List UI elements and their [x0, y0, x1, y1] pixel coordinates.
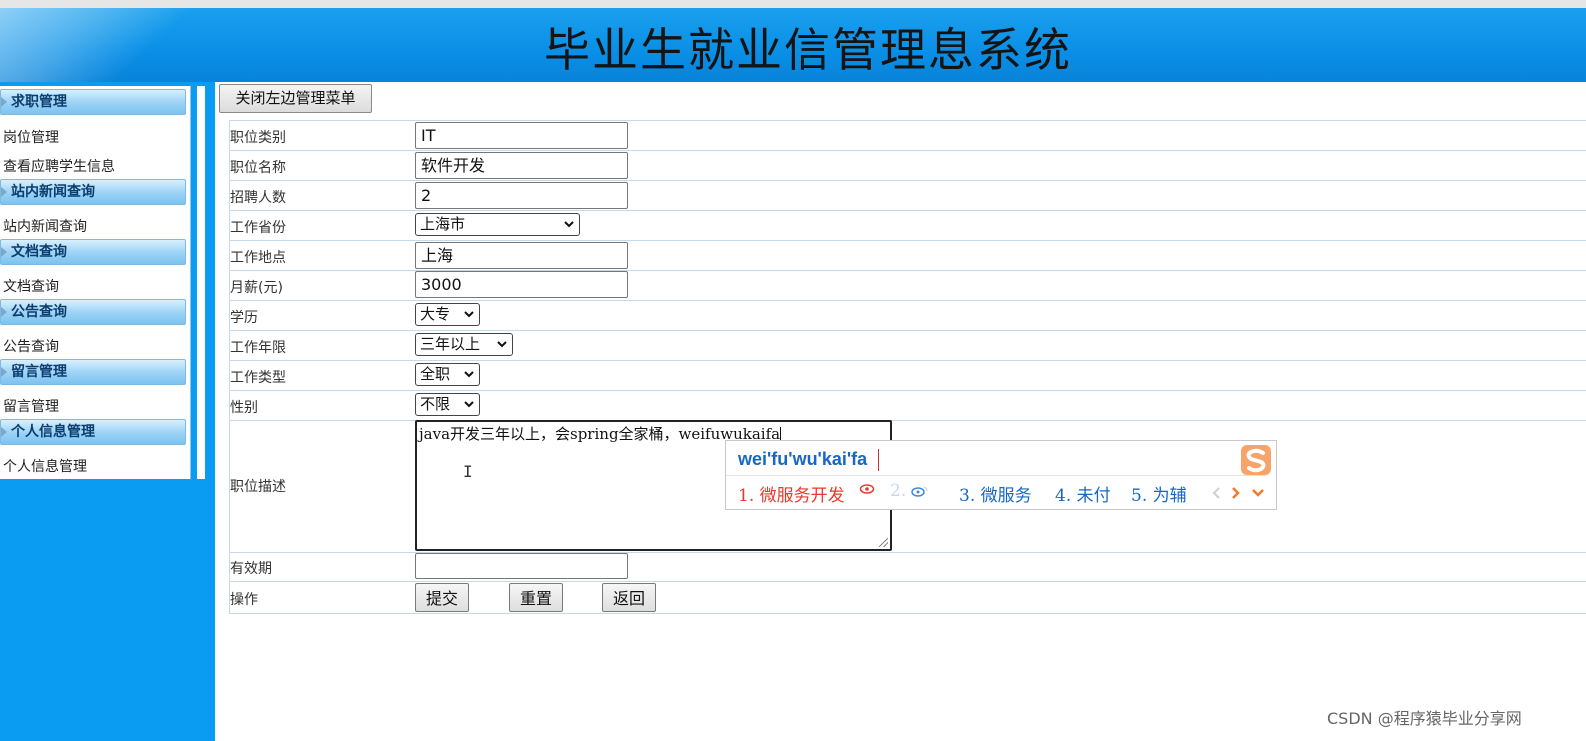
- actions-label: 操作: [230, 592, 258, 608]
- ime-caret: [878, 449, 879, 471]
- job-type-select[interactable]: 全职: [415, 363, 480, 386]
- ime-pinyin-composition: wei'fu'wu'kai'fa: [738, 449, 868, 469]
- sidebar-item-position-management[interactable]: 岗位管理: [3, 127, 59, 147]
- csdn-watermark: CSDN @程序猿毕业分享网: [1327, 709, 1522, 728]
- province-label: 工作省份: [230, 220, 286, 236]
- province-select-value: 上海市: [420, 215, 466, 233]
- sidebar-item-announcement-query[interactable]: 公告查询: [3, 336, 59, 356]
- chevron-right-icon: [1, 97, 7, 107]
- chevron-right-icon: [1, 247, 7, 257]
- chevron-right-icon: [1, 427, 7, 437]
- i-beam-cursor-icon: I: [463, 462, 473, 481]
- sidebar-section-label: 站内新闻查询: [11, 184, 95, 200]
- headcount-input[interactable]: 2: [415, 182, 628, 209]
- location-input[interactable]: 上海: [415, 242, 628, 269]
- validity-label: 有效期: [230, 561, 272, 577]
- chevron-right-icon: [1, 307, 7, 317]
- sidebar-item-message-management[interactable]: 留言管理: [3, 396, 59, 416]
- sidebar-section-news[interactable]: 站内新闻查询: [0, 179, 186, 205]
- chevron-down-icon: [464, 371, 474, 378]
- sidebar-section-label: 留言管理: [11, 364, 67, 380]
- education-select-value: 大专: [420, 305, 451, 323]
- close-left-menu-button[interactable]: 关闭左边管理菜单: [219, 84, 372, 113]
- headcount-label: 招聘人数: [230, 190, 286, 206]
- chevron-left-icon[interactable]: [1212, 486, 1222, 500]
- chevron-right-icon: [1, 367, 7, 377]
- page-header: 毕业生就业信管理息系统: [0, 8, 1586, 82]
- salary-input[interactable]: 3000: [415, 271, 628, 298]
- sidebar-item-document-query[interactable]: 文档查询: [3, 276, 59, 296]
- province-select[interactable]: 上海市: [415, 213, 580, 236]
- salary-label: 月薪(元): [230, 280, 283, 296]
- description-label: 职位描述: [230, 479, 286, 495]
- experience-select-value: 三年以上: [420, 335, 481, 353]
- sidebar-section-label: 文档查询: [11, 244, 67, 260]
- back-button[interactable]: 返回: [602, 583, 656, 612]
- job-category-input[interactable]: IT: [415, 122, 628, 149]
- gender-label: 性别: [230, 400, 258, 416]
- sidebar-section-announcements[interactable]: 公告查询: [0, 299, 186, 325]
- ime-candidate-3[interactable]: 3. 微服务: [959, 481, 1032, 506]
- gender-select[interactable]: 不限: [415, 393, 480, 416]
- page-title: 毕业生就业信管理息系统: [544, 23, 1072, 77]
- sidebar-section-personal-info[interactable]: 个人信息管理: [0, 419, 186, 445]
- experience-select[interactable]: 三年以上: [415, 333, 513, 356]
- chevron-down-icon[interactable]: [1251, 488, 1265, 498]
- sidebar-item-news-query[interactable]: 站内新闻查询: [3, 216, 87, 236]
- ime-candidate-5[interactable]: 5. 为辅: [1131, 481, 1187, 506]
- ime-candidate-4[interactable]: 4. 未付: [1055, 481, 1111, 506]
- job-title-input[interactable]: 软件开发: [415, 152, 628, 179]
- job-title-label: 职位名称: [230, 160, 286, 176]
- chevron-right-icon[interactable]: [1230, 486, 1240, 500]
- weibo-icon: [911, 486, 928, 497]
- chevron-down-icon: [464, 401, 474, 408]
- sidebar-section-messages[interactable]: 留言管理: [0, 359, 186, 385]
- sidebar-item-view-applicants[interactable]: 查看应聘学生信息: [3, 156, 115, 176]
- resize-grip-icon[interactable]: [879, 538, 888, 547]
- sidebar-section-documents[interactable]: 文档查询: [0, 239, 186, 265]
- eye-icon: [859, 484, 875, 494]
- ime-candidate-1[interactable]: 1. 微服务开发: [738, 481, 845, 506]
- chevron-down-icon: [464, 311, 474, 318]
- reset-button[interactable]: 重置: [509, 583, 563, 612]
- ime-divider: [726, 475, 1266, 476]
- submit-button[interactable]: 提交: [415, 583, 469, 612]
- experience-label: 工作年限: [230, 340, 286, 356]
- sidebar-divider: [196, 86, 205, 479]
- chevron-down-icon: [497, 341, 507, 348]
- sidebar-section-label: 求职管理: [11, 94, 67, 110]
- education-label: 学历: [230, 310, 258, 326]
- sidebar-section-label: 个人信息管理: [11, 424, 95, 440]
- ime-candidate-2[interactable]: 2.: [890, 481, 906, 501]
- chevron-right-icon: [1, 187, 7, 197]
- ime-candidate-window: wei'fu'wu'kai'fa 1. 微服务开发 2. 3. 微服务 4. 未…: [725, 440, 1277, 510]
- location-label: 工作地点: [230, 250, 286, 266]
- job-category-label: 职位类别: [230, 130, 286, 146]
- sidebar-item-personal-info-management[interactable]: 个人信息管理: [3, 456, 87, 476]
- education-select[interactable]: 大专: [415, 303, 480, 326]
- gender-select-value: 不限: [420, 395, 451, 413]
- job-type-label: 工作类型: [230, 370, 286, 386]
- sidebar-section-label: 公告查询: [11, 304, 67, 320]
- sidebar-section-job-management[interactable]: 求职管理: [0, 89, 186, 115]
- validity-input[interactable]: [415, 553, 628, 579]
- browser-top-strip: [0, 0, 1586, 8]
- chevron-down-icon: [564, 221, 574, 228]
- sogou-s-icon: [1241, 445, 1271, 475]
- job-type-select-value: 全职: [420, 365, 451, 383]
